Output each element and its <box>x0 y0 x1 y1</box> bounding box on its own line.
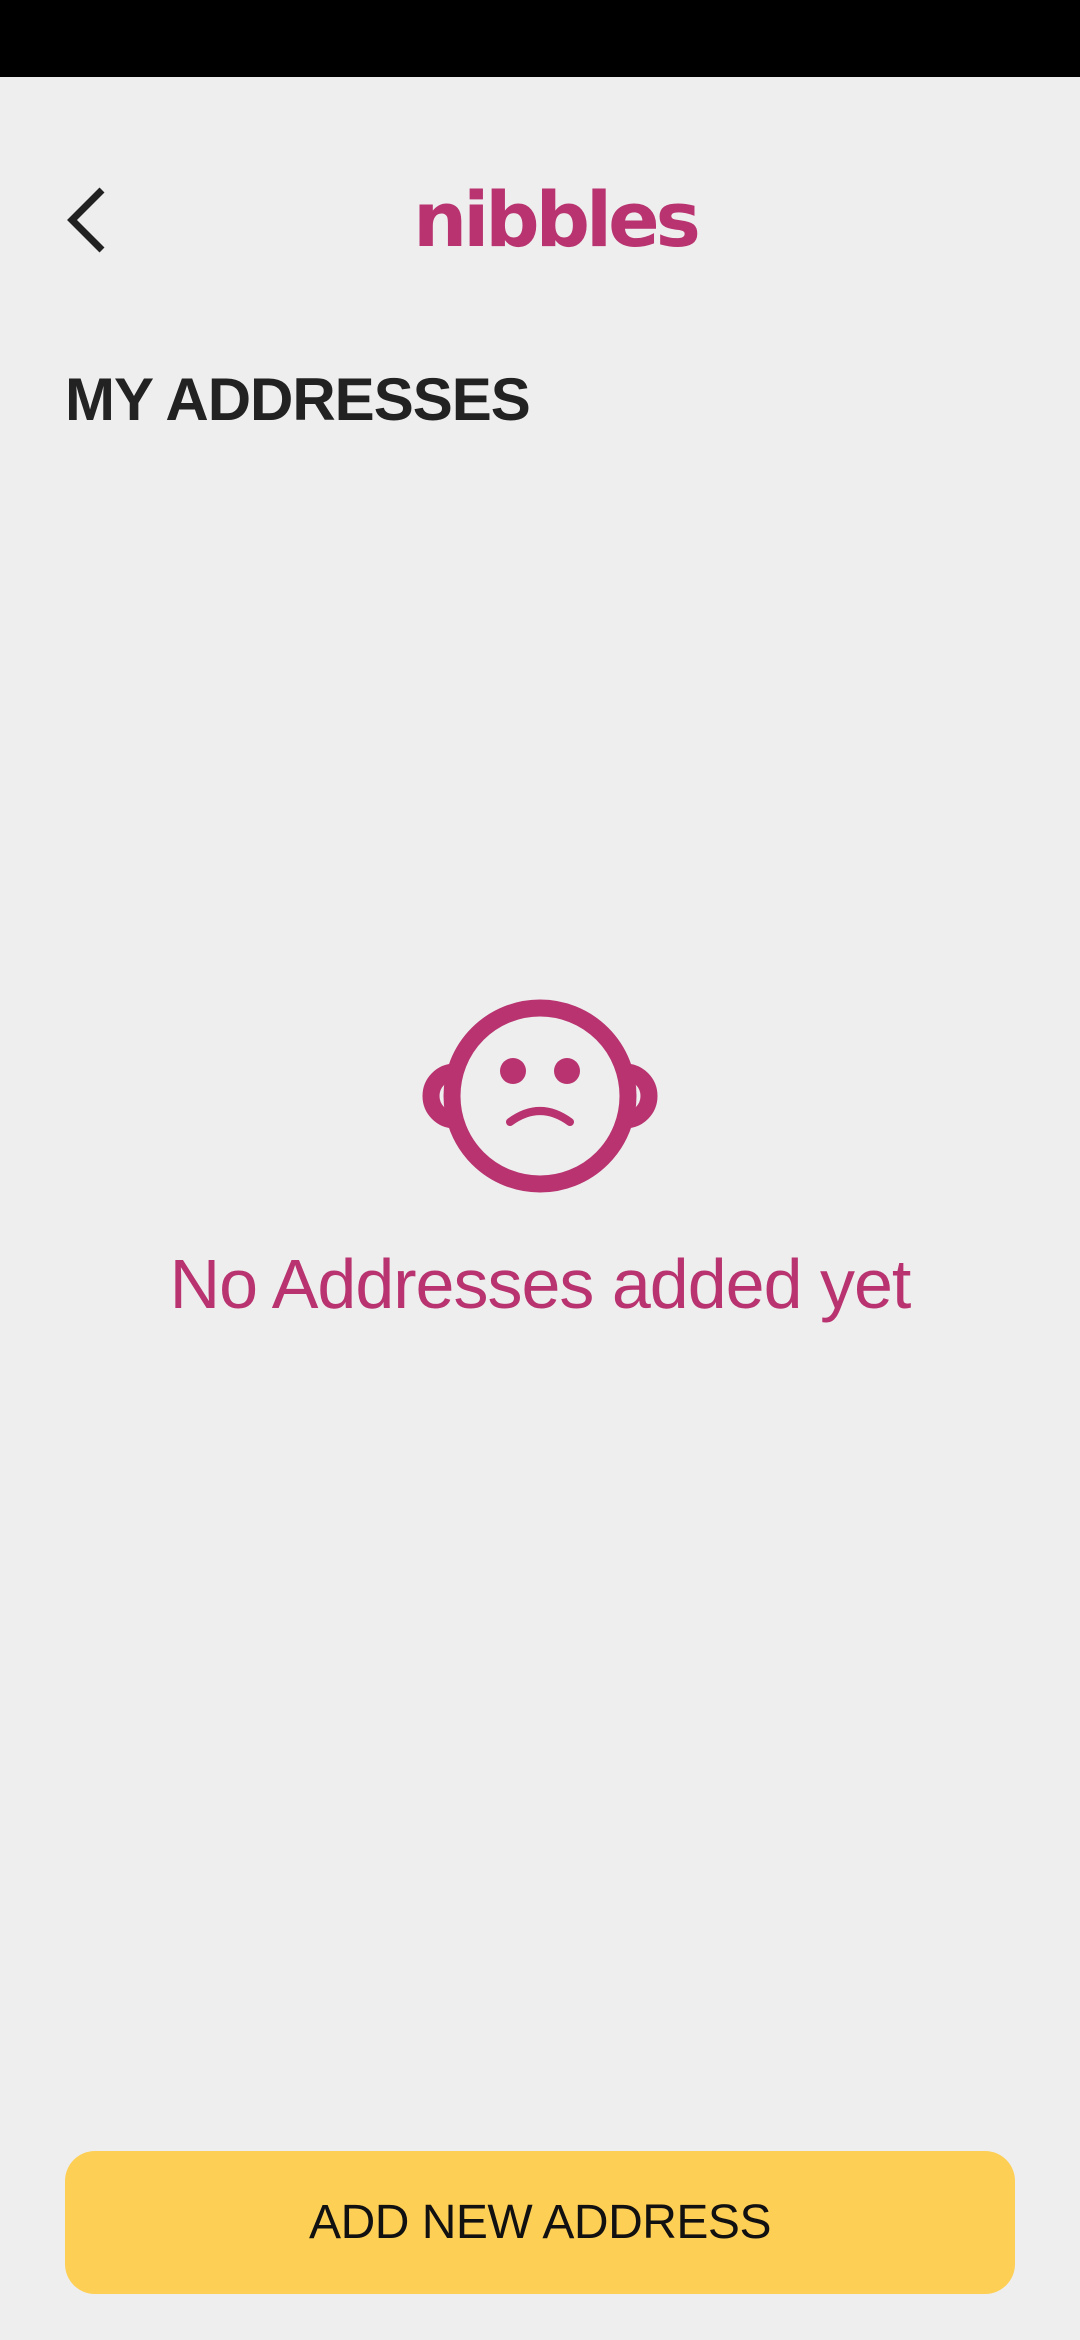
add-new-address-button[interactable]: ADD NEW ADDRESS <box>65 2151 1015 2294</box>
logo-text: nibbles <box>413 175 701 264</box>
status-bar <box>0 0 1080 77</box>
add-new-address-label: ADD NEW ADDRESS <box>309 2196 771 2249</box>
back-button[interactable] <box>50 170 130 270</box>
page-title: MY ADDRESSES <box>65 366 531 433</box>
sad-baby-face-icon <box>422 999 658 1193</box>
chevron-left-icon <box>67 187 105 253</box>
empty-state-message: No Addresses added yet <box>169 1245 912 1323</box>
app-logo: nibbles <box>0 170 1080 270</box>
empty-state: No Addresses added yet <box>0 990 1080 1326</box>
